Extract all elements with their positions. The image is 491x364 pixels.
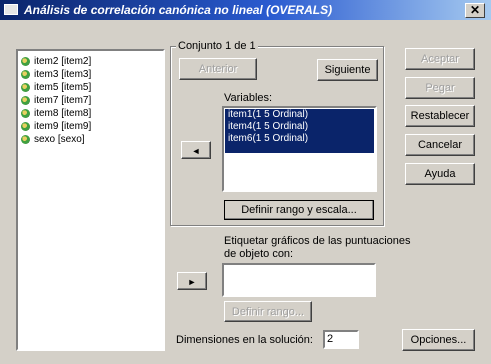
object-scores-list[interactable] — [222, 263, 376, 297]
paste-button[interactable]: Pegar — [405, 77, 475, 99]
set-variables-list[interactable]: item1(1 5 Ordinal) item4(1 5 Ordinal) it… — [222, 106, 377, 192]
window-title: Análisis de correlación canónica no line… — [24, 3, 333, 17]
ordinal-variable-icon — [21, 109, 30, 118]
help-button[interactable]: Ayuda — [405, 163, 475, 185]
move-variable-button[interactable]: ◄ — [181, 141, 211, 159]
list-item[interactable]: item2 [item2] — [18, 55, 163, 68]
source-variable-list[interactable]: item2 [item2] item3 [item3] item5 [item5… — [16, 49, 165, 351]
ordinal-variable-icon — [21, 135, 30, 144]
selection-fill — [225, 145, 374, 153]
list-item[interactable]: sexo [sexo] — [18, 133, 163, 146]
reset-button[interactable]: Restablecer — [405, 105, 475, 127]
next-button[interactable]: Siguiente — [317, 59, 378, 81]
list-item[interactable]: item1(1 5 Ordinal) — [225, 109, 374, 121]
arrow-left-icon: ◄ — [191, 146, 201, 156]
move-label-variable-button[interactable]: ► — [177, 272, 207, 290]
arrow-right-icon: ► — [187, 277, 197, 287]
accept-button[interactable]: Aceptar — [405, 48, 475, 70]
define-range-button[interactable]: Definir rango... — [224, 301, 312, 322]
list-item[interactable]: item5 [item5] — [18, 81, 163, 94]
ordinal-variable-icon — [21, 122, 30, 131]
app-icon — [4, 4, 18, 15]
previous-button[interactable]: Anterior — [179, 58, 257, 80]
cancel-button[interactable]: Cancelar — [405, 134, 475, 156]
define-range-scale-button[interactable]: Definir rango y escala... — [224, 200, 374, 220]
list-item[interactable]: item3 [item3] — [18, 68, 163, 81]
close-icon: ✕ — [469, 3, 481, 17]
ordinal-variable-icon — [21, 83, 30, 92]
ordinal-variable-icon — [21, 70, 30, 79]
ordinal-variable-icon — [21, 96, 30, 105]
close-button[interactable]: ✕ — [465, 3, 485, 18]
list-item[interactable]: item6(1 5 Ordinal) — [225, 133, 374, 145]
ordinal-variable-icon — [21, 57, 30, 66]
variables-label: Variables: — [224, 92, 273, 104]
title-bar[interactable]: Análisis de correlación canónica no line… — [0, 0, 491, 20]
object-scores-label: Etiquetar gráficos de las puntuaciones d… — [224, 235, 411, 260]
list-item[interactable]: item4(1 5 Ordinal) — [225, 121, 374, 133]
list-item[interactable]: item9 [item9] — [18, 120, 163, 133]
list-item[interactable]: item8 [item8] — [18, 107, 163, 120]
list-item[interactable]: item7 [item7] — [18, 94, 163, 107]
options-button[interactable]: Opciones... — [402, 329, 475, 351]
dimensions-label: Dimensiones en la solución: — [176, 334, 313, 346]
set-group-title: Conjunto 1 de 1 — [176, 40, 258, 52]
dimensions-input[interactable]: 2 — [323, 330, 359, 349]
